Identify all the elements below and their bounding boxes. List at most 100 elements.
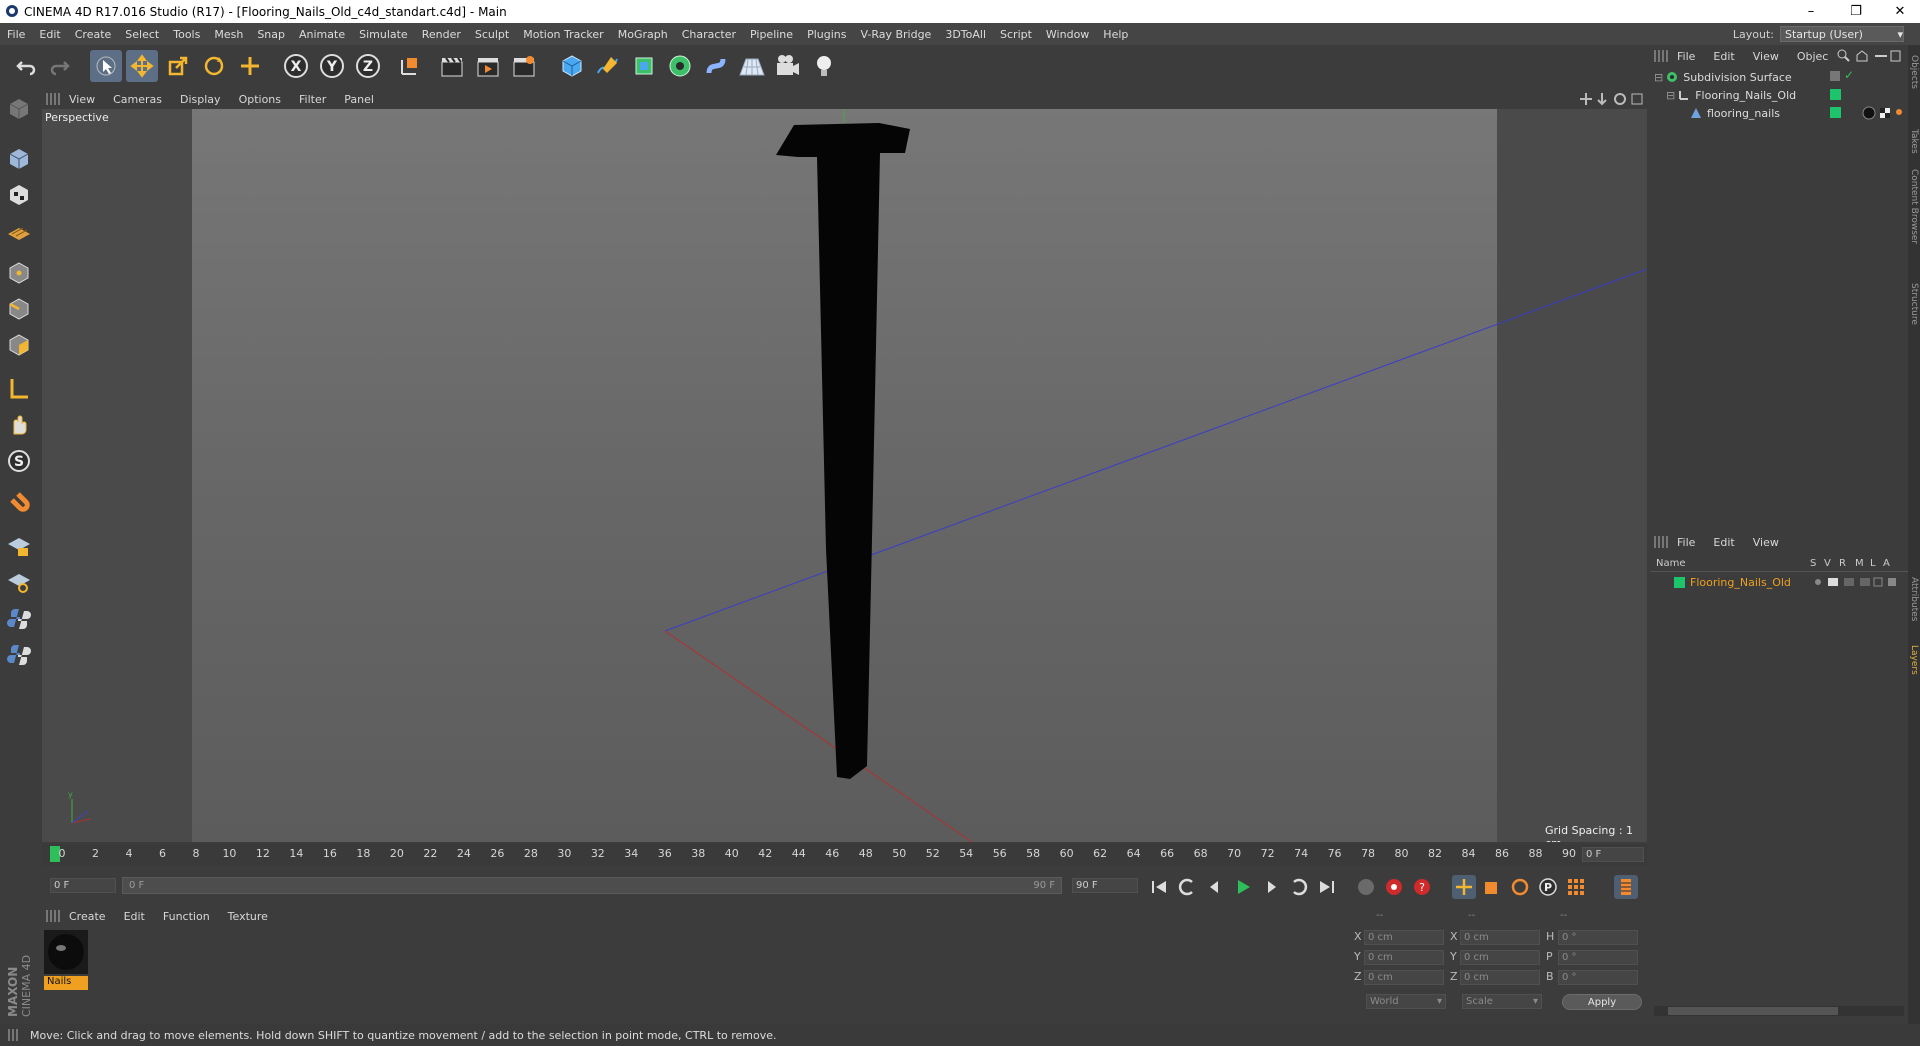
workplane-rotate-button[interactable]: [3, 565, 35, 597]
tab-takes[interactable]: Takes: [1909, 129, 1919, 154]
tab-attributes[interactable]: Attributes: [1909, 577, 1919, 621]
add-environment-button[interactable]: [736, 50, 768, 82]
move-tool-button[interactable]: [126, 50, 158, 82]
menu-select[interactable]: Select: [118, 28, 166, 41]
menu-render[interactable]: Render: [415, 28, 468, 41]
live-selection-button[interactable]: [90, 50, 122, 82]
viewport-menu-panel[interactable]: Panel: [335, 93, 383, 106]
material-swatch[interactable]: Nails: [44, 930, 88, 994]
coordinate-system-button[interactable]: [394, 50, 426, 82]
object-menu-view[interactable]: View: [1744, 50, 1788, 63]
tab-layers[interactable]: Layers: [1909, 645, 1919, 675]
next-frame-button[interactable]: [1259, 875, 1283, 899]
render-picture-viewer-button[interactable]: [472, 50, 504, 82]
collapse-icon[interactable]: ⊟: [1666, 89, 1675, 102]
polygons-mode-button[interactable]: [3, 329, 35, 361]
tab-structure[interactable]: Structure: [1909, 283, 1919, 325]
rotation-p-field[interactable]: 0 °: [1558, 950, 1638, 965]
layer-color-swatch[interactable]: [1830, 89, 1841, 100]
coord-space-dropdown[interactable]: World ▾: [1366, 994, 1446, 1009]
edges-mode-button[interactable]: [3, 293, 35, 325]
tweak-mode-button[interactable]: [3, 409, 35, 441]
workplane-lock-button[interactable]: [3, 529, 35, 561]
apply-button[interactable]: Apply: [1562, 994, 1642, 1010]
restore-button[interactable]: ❐: [1836, 0, 1876, 23]
end-frame-field[interactable]: 90 F: [1072, 878, 1138, 893]
menu-animate[interactable]: Animate: [292, 28, 352, 41]
tree-row-flooring-nails-old[interactable]: ⊟ Flooring_Nails_Old: [1666, 87, 1906, 103]
menu-character[interactable]: Character: [675, 28, 743, 41]
key-pla-button[interactable]: [1564, 875, 1588, 899]
layer-color-swatch[interactable]: [1830, 107, 1841, 118]
transform-tool-button[interactable]: [234, 50, 266, 82]
points-mode-button[interactable]: [3, 257, 35, 289]
frame-range-slider[interactable]: 0 F 90 F: [122, 877, 1062, 894]
layout-dropdown[interactable]: Startup (User) ▾: [1780, 26, 1904, 42]
layer-color-swatch[interactable]: [1674, 576, 1685, 588]
object-menu-objects[interactable]: Objec: [1788, 50, 1838, 63]
timeline-ruler[interactable]: 0 2 4 6 8 10 12 14 16 18 20 22 24 26 28 30 32 34 36 38 40 42 4…: [42, 844, 1647, 866]
key-rotation-button[interactable]: [1508, 875, 1532, 899]
menu-plugins[interactable]: Plugins: [800, 28, 853, 41]
position-y-field[interactable]: 0 cm: [1364, 950, 1444, 965]
size-x-field[interactable]: 0 cm: [1460, 930, 1540, 945]
tab-objects[interactable]: Objects: [1909, 55, 1919, 89]
rotate-tool-button[interactable]: [198, 50, 230, 82]
python-script-button-1[interactable]: [3, 603, 35, 635]
layer-menu-edit[interactable]: Edit: [1704, 536, 1743, 549]
enable-snap-button[interactable]: [3, 489, 35, 521]
menu-script[interactable]: Script: [993, 28, 1039, 41]
menu-tools[interactable]: Tools: [166, 28, 207, 41]
axis-mode-button[interactable]: [3, 373, 35, 405]
visibility-check-icon[interactable]: ✓: [1844, 68, 1854, 82]
scrollbar-thumb[interactable]: [1668, 1007, 1838, 1015]
add-light-button[interactable]: [808, 50, 840, 82]
current-frame-field[interactable]: 0 F: [1582, 847, 1644, 862]
add-array-button[interactable]: [664, 50, 696, 82]
viewport-nav-icons[interactable]: [1580, 92, 1644, 106]
menu-motion-tracker[interactable]: Motion Tracker: [516, 28, 610, 41]
model-mode-button[interactable]: [3, 143, 35, 175]
position-x-field[interactable]: 0 cm: [1364, 930, 1444, 945]
redo-button[interactable]: [44, 50, 76, 82]
add-spline-button[interactable]: [592, 50, 624, 82]
viewport-menu-options[interactable]: Options: [230, 93, 290, 106]
record-motion-button[interactable]: [1354, 875, 1378, 899]
menu-pipeline[interactable]: Pipeline: [743, 28, 800, 41]
render-view-button[interactable]: [436, 50, 468, 82]
previous-key-button[interactable]: [1175, 875, 1199, 899]
undo-button[interactable]: [10, 50, 42, 82]
menu-sculpt[interactable]: Sculpt: [468, 28, 516, 41]
menu-mesh[interactable]: Mesh: [207, 28, 250, 41]
viewport-menu-display[interactable]: Display: [171, 93, 230, 106]
add-camera-button[interactable]: [772, 50, 804, 82]
scale-tool-button[interactable]: [162, 50, 194, 82]
menu-simulate[interactable]: Simulate: [352, 28, 415, 41]
autokey-button[interactable]: ?: [1410, 875, 1434, 899]
layer-menu-view[interactable]: View: [1744, 536, 1788, 549]
layer-menu-file[interactable]: File: [1668, 536, 1704, 549]
solo-button[interactable]: S: [3, 445, 35, 477]
menu-snap[interactable]: Snap: [250, 28, 292, 41]
layer-row[interactable]: Flooring_Nails_Old: [1654, 574, 1908, 590]
add-nurbs-button[interactable]: [628, 50, 660, 82]
add-cube-button[interactable]: [556, 50, 588, 82]
menu-edit[interactable]: Edit: [32, 28, 67, 41]
workplane-mode-button[interactable]: [3, 215, 35, 247]
material-tags-icon[interactable]: [1862, 106, 1904, 120]
menu-vray-bridge[interactable]: V-Ray Bridge: [853, 28, 938, 41]
play-button[interactable]: [1231, 875, 1255, 899]
size-y-field[interactable]: 0 cm: [1460, 950, 1540, 965]
menu-create[interactable]: Create: [68, 28, 119, 41]
tree-row-subdivision-surface[interactable]: ⊟ Subdivision Surface ✓: [1654, 68, 1906, 85]
3d-viewport[interactable]: Perspective y Grid Spacing : 1 cm: [42, 109, 1647, 842]
menu-3dtoall[interactable]: 3DToAll: [938, 28, 993, 41]
key-position-button[interactable]: [1452, 875, 1476, 899]
key-scale-button[interactable]: [1480, 875, 1504, 899]
viewport-menu-view[interactable]: View: [60, 93, 104, 106]
python-script-button-2[interactable]: [3, 639, 35, 671]
material-menu-create[interactable]: Create: [60, 910, 115, 923]
viewport-menu-cameras[interactable]: Cameras: [104, 93, 171, 106]
render-settings-button[interactable]: [508, 50, 540, 82]
go-to-start-button[interactable]: [1147, 875, 1171, 899]
